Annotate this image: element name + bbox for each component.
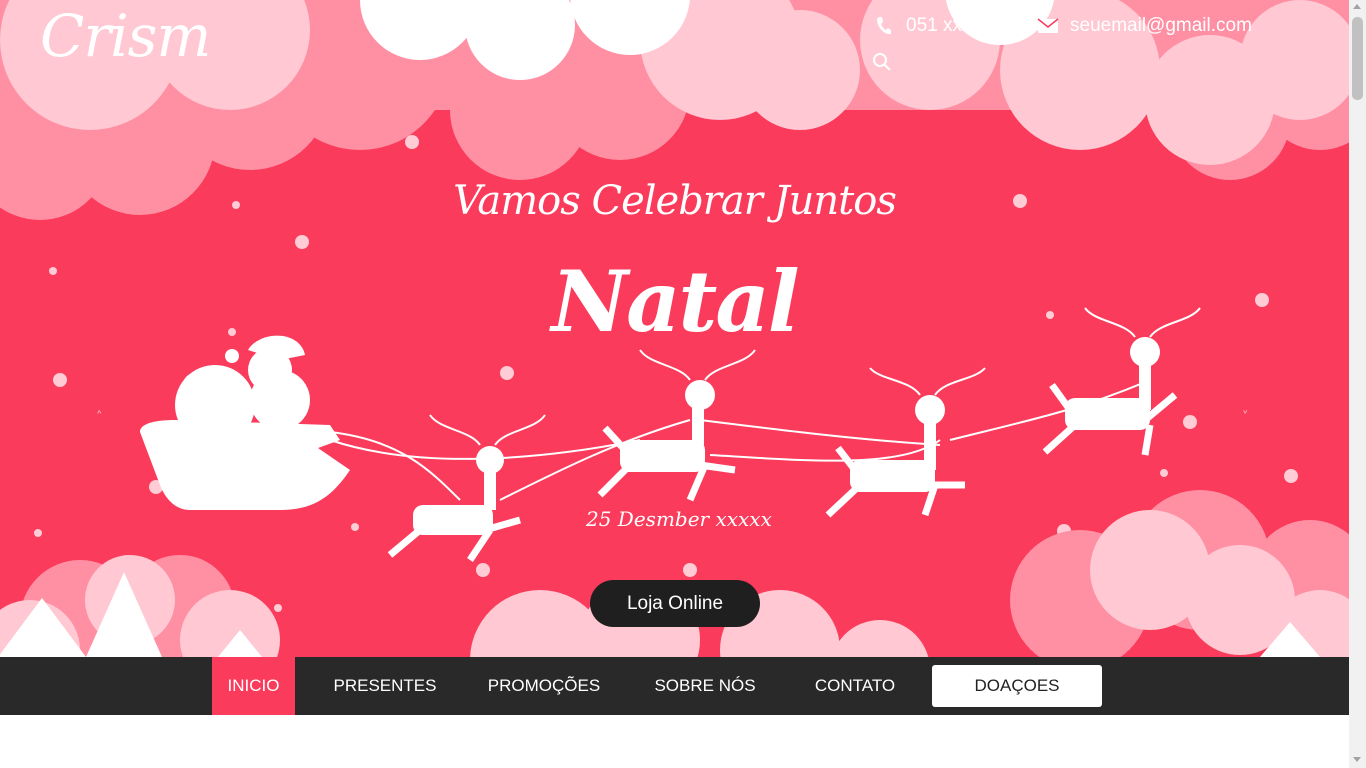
online-shop-button[interactable]: Loja Online — [590, 580, 760, 627]
nav-item-presentes[interactable]: PRESENTES — [320, 657, 450, 715]
search-button[interactable] — [872, 52, 892, 72]
phone-contact[interactable]: 051 xxxxxxxx — [872, 14, 1019, 38]
donations-button[interactable]: DOAÇOES — [932, 665, 1102, 707]
carousel-next-arrow[interactable]: ˅ — [1242, 410, 1249, 425]
mail-icon — [1036, 14, 1060, 38]
reindeer-2 — [597, 349, 756, 502]
email-contact[interactable]: seuemail@gmail.com — [1036, 14, 1252, 38]
nav-item-sobre-nos[interactable]: SOBRE NÓS — [640, 657, 770, 715]
scroll-up-arrow-icon[interactable] — [1353, 4, 1361, 9]
search-icon — [873, 53, 891, 71]
site-logo[interactable]: Crism — [40, 2, 211, 70]
page: Crism 051 xxxxxxxx seuemail@gmail.com Va… — [0, 0, 1349, 768]
hero-subtitle: Vamos Celebrar Juntos — [453, 178, 897, 224]
phone-icon — [872, 14, 896, 38]
carousel-prev-arrow[interactable]: ˄ — [96, 410, 103, 425]
reindeer-3 — [825, 367, 986, 518]
email-address: seuemail@gmail.com — [1070, 15, 1252, 36]
scroll-down-arrow-icon[interactable] — [1353, 757, 1361, 762]
nav-item-promocoes[interactable]: PROMOÇÕES — [470, 657, 618, 715]
santa-sleigh — [140, 335, 350, 510]
phone-number: 051 xxxxxxxx — [906, 15, 1019, 36]
reins — [329, 379, 1151, 501]
nav-item-contato[interactable]: CONTATO — [795, 657, 915, 715]
nav-item-inicio[interactable]: INICIO — [212, 657, 295, 715]
hero-date: 25 Desmber xxxxx — [586, 507, 772, 531]
reindeer-1 — [387, 414, 546, 562]
hero-banner: Crism 051 xxxxxxxx seuemail@gmail.com Va… — [0, 0, 1349, 657]
scroll-thumb[interactable] — [1352, 17, 1363, 100]
hero-title: Natal — [551, 252, 799, 351]
page-scrollbar[interactable] — [1349, 0, 1366, 768]
main-nav: INICIO PRESENTES PROMOÇÕES SOBRE NÓS CON… — [0, 657, 1349, 715]
